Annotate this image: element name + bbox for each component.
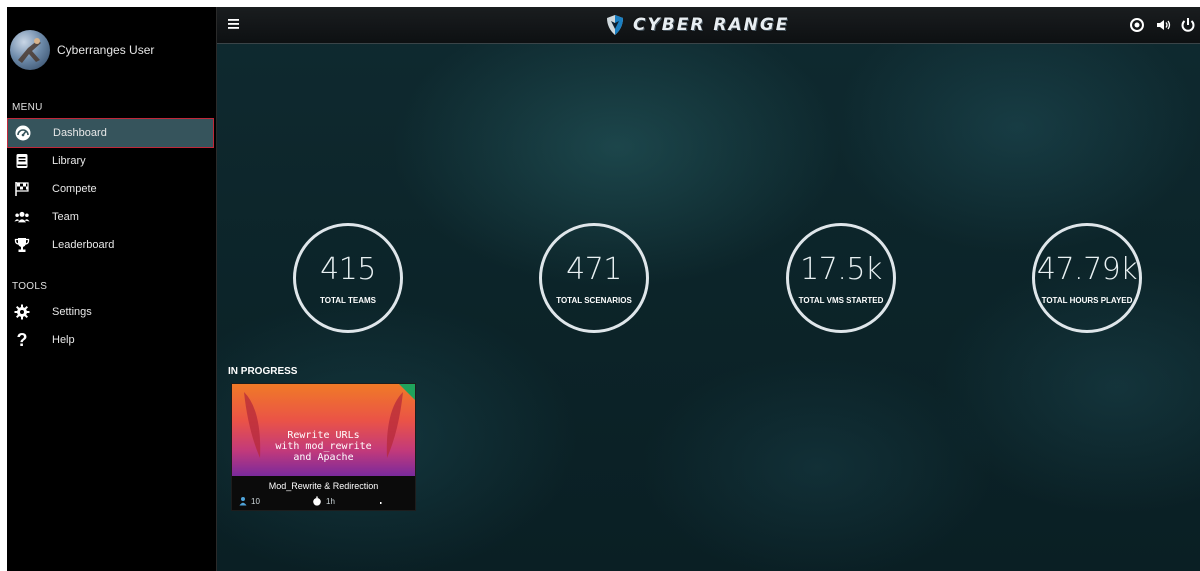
main-content: CYBER RANGE 415 TOTAL TEAMS 471 TOTAL SC…: [217, 7, 1200, 571]
stat-label: TOTAL VMS STARTED: [798, 296, 884, 305]
stat-label: TOTAL TEAMS: [320, 296, 376, 305]
stat-total-scenarios: 471 TOTAL SCENARIOS: [539, 223, 649, 333]
scenario-duration: 1h: [312, 496, 335, 506]
sidebar-item-team[interactable]: Team: [7, 203, 214, 231]
sidebar-item-label: Settings: [52, 306, 92, 318]
volume-icon[interactable]: [1155, 16, 1173, 34]
stat-total-hours-played: 47.79k TOTAL HOURS PLAYED: [1032, 223, 1142, 333]
avatar: [10, 30, 50, 70]
user-profile[interactable]: Cyberranges User: [7, 30, 216, 74]
scenario-card[interactable]: Rewrite URLs with mod_rewrite and Apache…: [231, 383, 416, 511]
users-icon: [239, 497, 247, 506]
trophy-icon: [14, 237, 30, 253]
difficulty-bars: [380, 496, 388, 504]
sidebar-item-label: Library: [52, 155, 86, 167]
stat-value: 17.5k: [800, 252, 882, 287]
app-window: Cyberranges User MENU Dashboard Library …: [7, 7, 1200, 571]
record-icon[interactable]: [1128, 16, 1146, 34]
scenario-points-value: 10: [251, 496, 260, 506]
book-icon: [14, 153, 30, 169]
sidebar-item-settings[interactable]: Settings: [7, 298, 214, 326]
menu-section-title: MENU: [12, 102, 43, 113]
hamburger-menu-icon[interactable]: [227, 16, 243, 32]
stat-total-vms-started: 17.5k TOTAL VMS STARTED: [786, 223, 896, 333]
users-icon: [14, 209, 30, 225]
stat-value: 47.79k: [1036, 252, 1138, 287]
stat-value: 471: [566, 252, 622, 287]
sidebar-item-compete[interactable]: Compete: [7, 175, 214, 203]
logo-text: CYBER RANGE: [633, 15, 790, 35]
power-icon[interactable]: [1179, 16, 1197, 34]
stat-value: 415: [320, 252, 376, 287]
sidebar-item-dashboard[interactable]: Dashboard: [7, 118, 214, 148]
sidebar-item-label: Team: [52, 211, 79, 223]
sidebar-item-label: Compete: [52, 183, 97, 195]
gauge-icon: [15, 125, 31, 141]
question-icon: ?: [16, 329, 28, 350]
status-corner-badge: [399, 384, 415, 400]
sidebar-item-label: Dashboard: [53, 127, 107, 139]
tools-section-title: TOOLS: [12, 281, 48, 292]
stopwatch-icon: [313, 496, 321, 506]
sidebar-item-leaderboard[interactable]: Leaderboard: [7, 231, 214, 259]
scenario-points: 10: [238, 496, 260, 506]
stat-label: TOTAL SCENARIOS: [556, 296, 632, 305]
cyber-range-logo: CYBER RANGE: [605, 12, 789, 38]
scenario-name: Mod_Rewrite & Redirection: [268, 481, 379, 491]
sidebar: Cyberranges User MENU Dashboard Library …: [7, 7, 217, 571]
scenario-thumb-title-line: and Apache: [293, 452, 354, 463]
checkered-flag-icon: [14, 181, 30, 197]
scenario-thumbnail: Rewrite URLs with mod_rewrite and Apache: [232, 384, 415, 476]
sidebar-item-label: Help: [52, 334, 75, 346]
gear-icon: [14, 304, 30, 320]
scenario-thumb-title: Rewrite URLs with mod_rewrite and Apache: [232, 430, 415, 463]
stat-total-teams: 415 TOTAL TEAMS: [293, 223, 403, 333]
sidebar-item-help[interactable]: ? Help: [7, 326, 214, 354]
sidebar-item-library[interactable]: Library: [7, 147, 214, 175]
scenario-thumb-title-line: with mod_rewrite: [275, 441, 372, 452]
scenario-thumb-title-line: Rewrite URLs: [287, 430, 360, 441]
scenario-duration-value: 1h: [326, 496, 335, 506]
shield-logo-icon: [607, 15, 623, 35]
stat-label: TOTAL HOURS PLAYED: [1041, 296, 1133, 305]
user-name: Cyberranges User: [57, 43, 155, 57]
in-progress-heading: IN PROGRESS: [228, 366, 298, 377]
signal-bars-icon: [380, 502, 382, 504]
sidebar-item-label: Leaderboard: [52, 239, 115, 251]
top-bar: CYBER RANGE: [217, 7, 1200, 44]
